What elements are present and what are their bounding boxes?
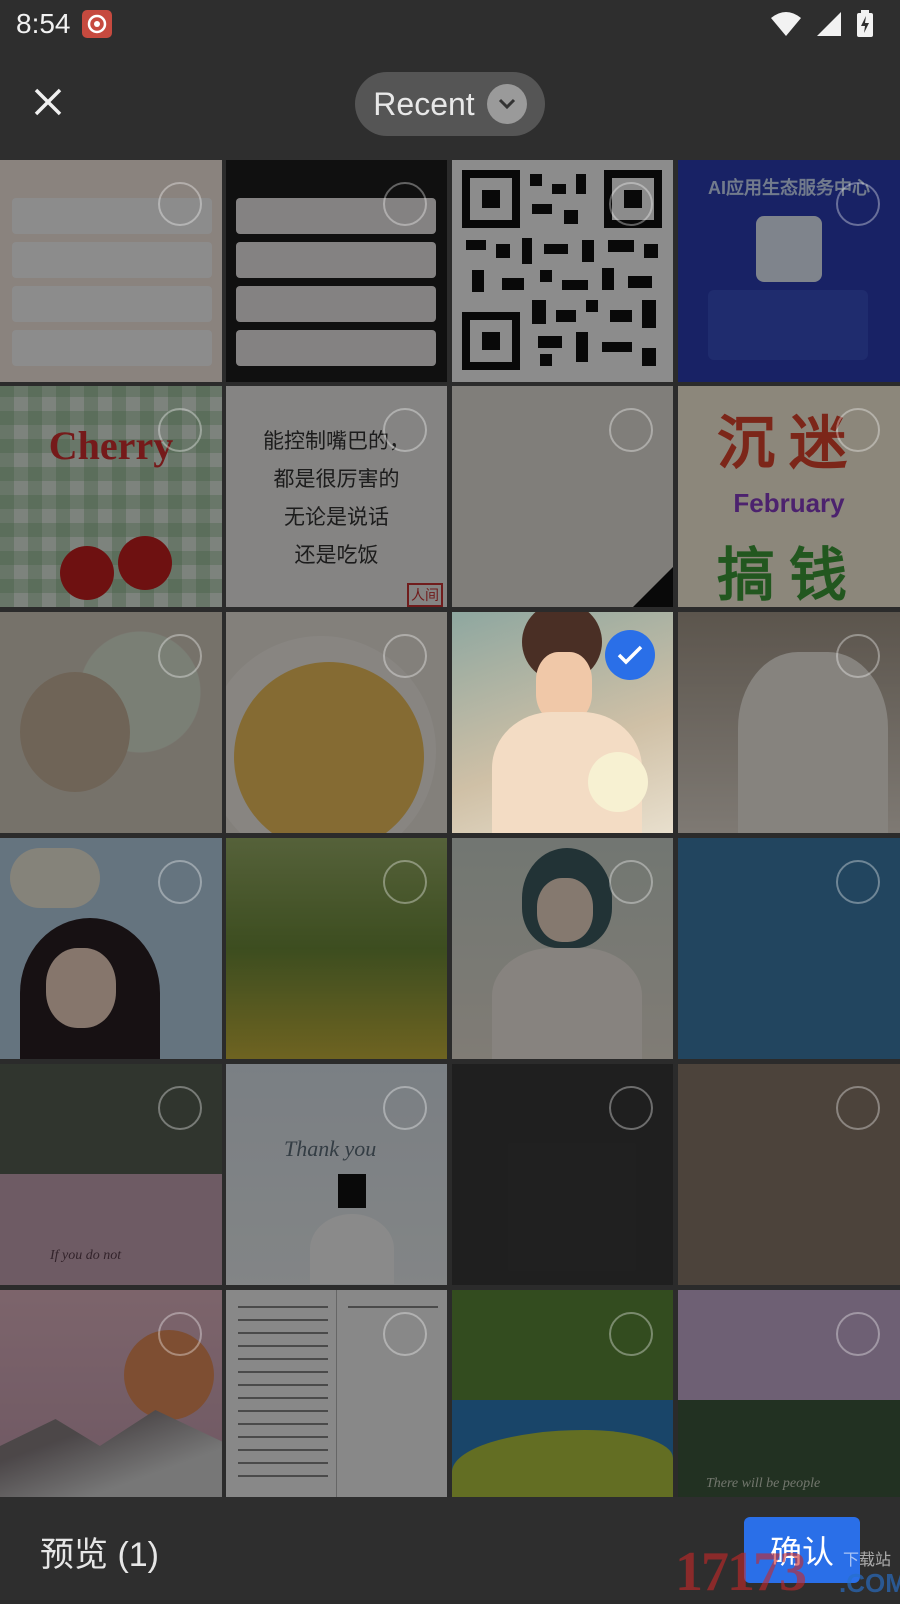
select-circle[interactable]	[383, 1312, 427, 1356]
photo-tile[interactable]: There will be people	[678, 1290, 900, 1497]
system-icons	[770, 10, 874, 38]
bottom-action-bar: 预览 (1) 确认	[0, 1497, 900, 1600]
photo-tile[interactable]	[226, 1290, 447, 1497]
photo-tile[interactable]: Cherry	[0, 386, 222, 607]
select-circle[interactable]	[383, 182, 427, 226]
select-circle[interactable]	[158, 1086, 202, 1130]
select-circle[interactable]	[836, 408, 880, 452]
photo-tile[interactable]	[0, 838, 222, 1059]
wifi-icon	[771, 12, 801, 36]
battery-charging-icon	[857, 10, 873, 37]
photo-tile-selected[interactable]	[452, 612, 673, 833]
photo-tile[interactable]: 沉迷 February 搞钱	[678, 386, 900, 607]
signal-icon	[817, 12, 841, 36]
select-circle[interactable]	[836, 182, 880, 226]
select-circle[interactable]	[609, 182, 653, 226]
photo-tile[interactable]	[226, 612, 447, 833]
select-circle[interactable]	[836, 634, 880, 678]
photo-tile[interactable]	[0, 612, 222, 833]
status-time: 8:54	[16, 8, 71, 39]
photo-grid: AI应用生态服务中心 Cherry 能控制嘴巴的， 都是很厉害的 无论是说话 还…	[0, 160, 900, 1497]
picker-header: Recent	[0, 48, 900, 160]
app-notification-icon	[82, 10, 112, 38]
close-button[interactable]	[24, 78, 72, 126]
photo-tile[interactable]: If you do not	[0, 1064, 222, 1285]
select-circle[interactable]	[158, 634, 202, 678]
photo-tile[interactable]	[0, 160, 222, 382]
selected-check[interactable]	[605, 630, 655, 680]
close-icon	[34, 88, 62, 116]
select-circle[interactable]	[609, 1086, 653, 1130]
photo-tile[interactable]	[452, 1290, 673, 1497]
chevron-down-icon	[486, 84, 527, 124]
select-circle[interactable]	[158, 408, 202, 452]
photo-tile[interactable]: 能控制嘴巴的， 都是很厉害的 无论是说话 还是吃饭 人间	[226, 386, 447, 607]
select-circle[interactable]	[383, 634, 427, 678]
select-circle[interactable]	[609, 408, 653, 452]
photo-tile[interactable]	[226, 838, 447, 1059]
select-circle[interactable]	[609, 1312, 653, 1356]
confirm-button[interactable]: 确认	[744, 1517, 860, 1583]
select-circle[interactable]	[383, 860, 427, 904]
select-circle[interactable]	[158, 1312, 202, 1356]
check-icon	[617, 645, 643, 665]
photo-tile[interactable]	[452, 838, 673, 1059]
select-circle[interactable]	[836, 1086, 880, 1130]
preview-button[interactable]: 预览 (1)	[40, 1527, 159, 1576]
select-circle[interactable]	[836, 1312, 880, 1356]
select-circle[interactable]	[158, 860, 202, 904]
photo-tile[interactable]	[0, 1290, 222, 1497]
photo-tile[interactable]	[678, 612, 900, 833]
photo-tile[interactable]	[678, 838, 900, 1059]
status-bar: 8:54	[0, 0, 900, 48]
album-selector[interactable]: Recent	[355, 72, 545, 136]
album-selector-label: Recent	[373, 85, 475, 122]
photo-tile[interactable]	[452, 386, 673, 607]
photo-tile[interactable]	[226, 160, 447, 382]
photo-tile[interactable]	[452, 1064, 673, 1285]
photo-tile[interactable]: Thank you	[226, 1064, 447, 1285]
select-circle[interactable]	[609, 860, 653, 904]
photo-tile[interactable]: AI应用生态服务中心	[678, 160, 900, 382]
select-circle[interactable]	[383, 408, 427, 452]
select-circle[interactable]	[383, 1086, 427, 1130]
photo-tile[interactable]	[452, 160, 673, 382]
select-circle[interactable]	[836, 860, 880, 904]
select-circle[interactable]	[158, 182, 202, 226]
photo-tile[interactable]	[678, 1064, 900, 1285]
